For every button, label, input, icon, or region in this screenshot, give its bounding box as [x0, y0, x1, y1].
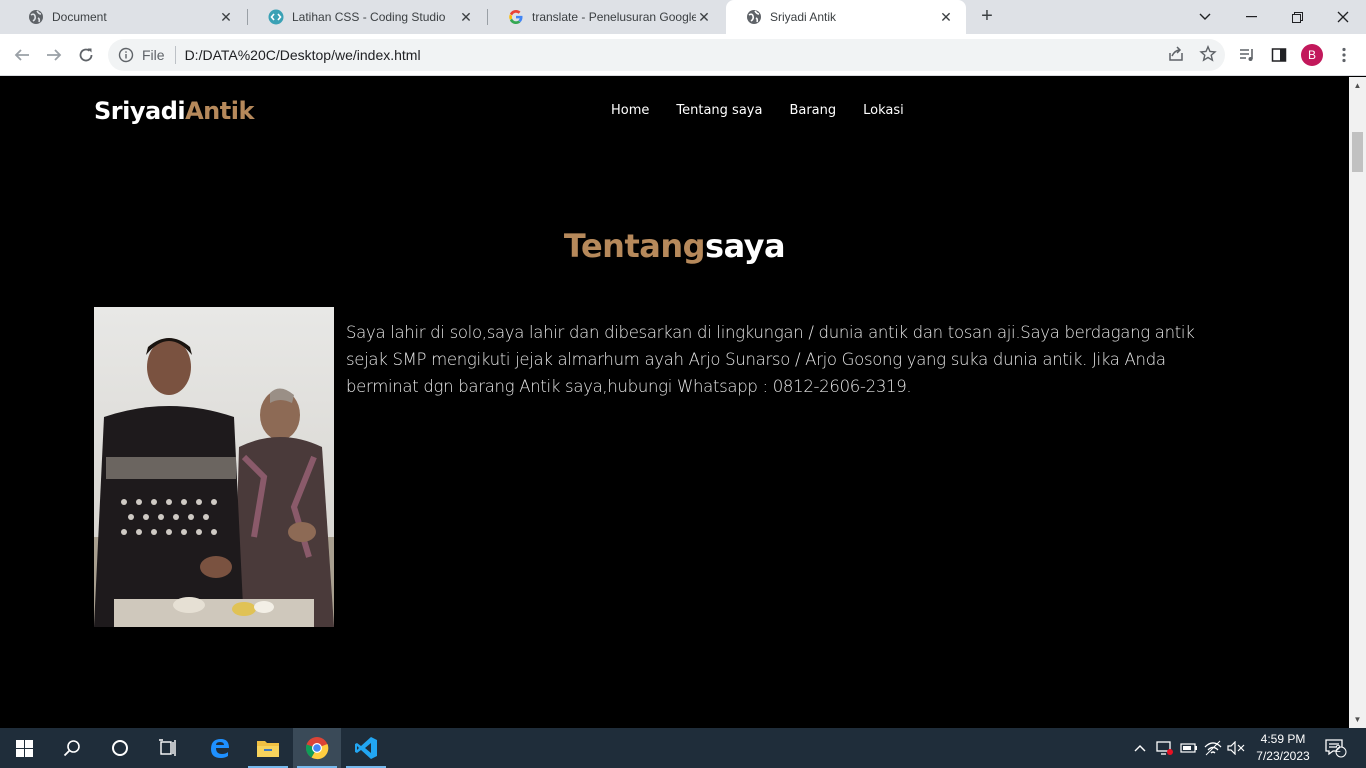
globe-icon — [746, 9, 762, 25]
task-view-icon — [159, 739, 176, 756]
action-center-button[interactable]: 2 — [1320, 728, 1352, 768]
system-clock[interactable]: 4:59 PM 7/23/2023 — [1252, 731, 1314, 765]
reading-list-button[interactable] — [1233, 41, 1261, 69]
file-explorer-app[interactable] — [244, 728, 292, 768]
profile-photo — [94, 307, 334, 627]
battery-icon — [1180, 743, 1197, 753]
address-bar[interactable]: File D:/DATA%20C/Desktop/we/index.html — [108, 39, 1225, 71]
edge-app[interactable] — [196, 728, 244, 768]
show-hidden-icons-button[interactable] — [1130, 728, 1150, 768]
nav-home[interactable]: Home — [611, 103, 649, 118]
about-text: Saya lahir di solo,saya lahir dan dibesa… — [346, 323, 1195, 396]
tab-title: translate - Penelusuran Google — [532, 10, 696, 24]
site-nav: Home Tentang saya Barang Lokasi — [611, 103, 931, 118]
close-icon[interactable]: ✕ — [218, 9, 234, 25]
windows-logo-icon — [15, 739, 33, 757]
reload-button[interactable] — [72, 41, 100, 69]
tab-document[interactable]: Document ✕ — [8, 0, 246, 34]
menu-button[interactable] — [1330, 41, 1358, 69]
close-window-button[interactable] — [1320, 0, 1366, 34]
close-icon[interactable]: ✕ — [938, 9, 954, 25]
logo-part-2: Antik — [185, 97, 254, 125]
tab-title: Latihan CSS - Coding Studio — [292, 10, 446, 24]
omnibox-divider — [174, 46, 176, 64]
speaker-muted-icon — [1227, 741, 1245, 755]
kebab-menu-icon — [1342, 47, 1346, 63]
monitor-alert-icon — [1156, 741, 1173, 755]
folder-icon — [257, 741, 279, 757]
chevron-down-icon — [1199, 13, 1211, 20]
nav-tentang-saya[interactable]: Tentang saya — [676, 103, 762, 118]
close-icon[interactable]: ✕ — [458, 9, 474, 25]
browser-toolbar: File D:/DATA%20C/Desktop/we/index.html B — [0, 34, 1366, 76]
tab-title: Document — [52, 10, 107, 24]
logo-part-1: Sriyadi — [94, 97, 186, 125]
star-icon[interactable] — [1199, 45, 1217, 66]
nav-barang[interactable]: Barang — [789, 103, 836, 118]
globe-icon — [28, 9, 44, 25]
chrome-icon — [305, 737, 329, 760]
arrow-right-icon — [47, 49, 62, 61]
reload-icon — [79, 48, 93, 62]
side-panel-icon — [1271, 48, 1287, 62]
forward-button[interactable] — [40, 41, 68, 69]
restore-button[interactable] — [1274, 0, 1320, 34]
clock-time: 4:59 PM — [1260, 732, 1306, 746]
cortana-button[interactable] — [96, 728, 144, 768]
vscode-icon — [355, 737, 377, 759]
close-icon — [1337, 11, 1349, 23]
avatar: B — [1301, 44, 1323, 66]
taskbar: 4:59 PM 7/23/2023 2 — [0, 728, 1366, 768]
clock-date: 7/23/2023 — [1256, 749, 1310, 763]
page-viewport: SriyadiAntik Home Tentang saya Barang Lo… — [0, 77, 1349, 728]
scroll-thumb[interactable] — [1352, 132, 1363, 172]
meet-now-tray[interactable] — [1154, 728, 1176, 768]
info-icon[interactable] — [118, 47, 134, 63]
battery-tray[interactable] — [1178, 728, 1200, 768]
tab-search-button[interactable] — [1182, 0, 1228, 34]
back-button[interactable] — [8, 41, 36, 69]
nav-lokasi[interactable]: Lokasi — [863, 103, 904, 118]
edge-icon — [211, 739, 229, 758]
search-icon — [63, 740, 80, 757]
playlist-icon — [1240, 49, 1253, 61]
section-title: Tentangsaya — [0, 227, 1349, 265]
title-part-2: saya — [705, 227, 786, 265]
site-logo[interactable]: SriyadiAntik — [94, 97, 254, 125]
restore-icon — [1291, 11, 1303, 23]
new-tab-button[interactable]: + — [976, 6, 998, 28]
network-tray[interactable] — [1202, 728, 1224, 768]
volume-tray[interactable] — [1225, 728, 1247, 768]
coding-studio-icon — [268, 9, 284, 25]
google-icon — [508, 9, 524, 25]
profile-button[interactable]: B — [1298, 41, 1326, 69]
chrome-app[interactable] — [293, 728, 341, 768]
notification-count: 2 — [1335, 744, 1341, 755]
tab-strip: Document ✕ Latihan CSS - Coding Studio ✕… — [0, 0, 1366, 34]
arrow-left-icon — [14, 49, 29, 61]
scheme-label: File — [142, 47, 165, 63]
scroll-up-icon[interactable]: ▲ — [1349, 77, 1366, 94]
tab-title: Sriyadi Antik — [770, 10, 837, 24]
minimize-icon — [1245, 16, 1257, 18]
side-panel-button[interactable] — [1265, 41, 1293, 69]
tab-sriyadi-antik[interactable]: Sriyadi Antik ✕ — [726, 0, 966, 34]
share-icon[interactable] — [1167, 45, 1185, 66]
title-part-1: Tentang — [563, 227, 706, 265]
minimize-button[interactable] — [1228, 0, 1274, 34]
scroll-down-icon[interactable]: ▼ — [1349, 711, 1366, 728]
search-button[interactable] — [48, 728, 96, 768]
close-icon[interactable]: ✕ — [696, 9, 712, 25]
cortana-icon — [112, 740, 128, 756]
tab-translate[interactable]: translate - Penelusuran Google ✕ — [488, 0, 724, 34]
tab-latihan-css[interactable]: Latihan CSS - Coding Studio ✕ — [248, 0, 486, 34]
url-text[interactable]: D:/DATA%20C/Desktop/we/index.html — [185, 47, 1225, 63]
task-view-button[interactable] — [144, 728, 192, 768]
page-scrollbar[interactable]: ▲ ▼ — [1349, 77, 1366, 728]
start-button[interactable] — [0, 728, 48, 768]
vscode-app[interactable] — [342, 728, 390, 768]
chevron-up-icon — [1134, 745, 1146, 752]
wifi-icon — [1204, 740, 1222, 756]
